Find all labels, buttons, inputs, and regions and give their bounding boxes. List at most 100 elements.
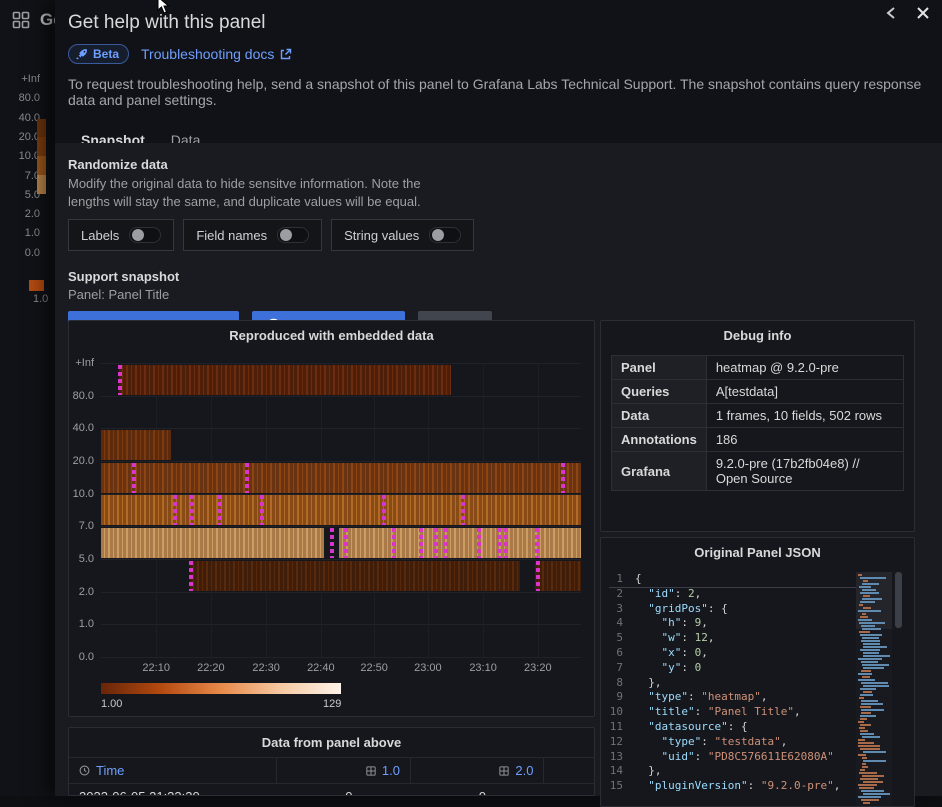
- toggle-labels-switch[interactable]: [129, 227, 161, 243]
- rocket-icon: [76, 48, 88, 60]
- code-line: 9 "type": "heatmap",: [609, 690, 856, 705]
- beta-badge-label: Beta: [93, 47, 119, 61]
- toggle-string-values[interactable]: String values: [331, 219, 474, 251]
- minimap-bar: [863, 655, 890, 657]
- code-minimap[interactable]: [856, 572, 892, 806]
- minimap-bar: [862, 583, 879, 585]
- randomize-data-title: Randomize data: [68, 157, 929, 172]
- heatmap-y-tick: 40.0: [73, 422, 94, 434]
- column-header-time[interactable]: Time: [69, 758, 277, 784]
- heatmap-band: [101, 430, 171, 460]
- heatmap-x-tick: 22:40: [307, 662, 335, 674]
- minimap-bar: [858, 619, 872, 621]
- debug-info-title: Debug info: [601, 321, 914, 343]
- code-line: 3 "gridPos": {: [609, 602, 856, 617]
- cell-time: 2022-06-05 21:23:30: [69, 784, 277, 797]
- background-y-tick: 2.0: [25, 208, 40, 220]
- minimap-bar: [860, 601, 875, 603]
- expand-drawer-icon[interactable]: [882, 4, 900, 22]
- data-table-title: Data from panel above: [69, 728, 594, 750]
- heatmap-x-tick: 22:30: [252, 662, 280, 674]
- support-panel-label: Panel: Panel Title: [68, 287, 929, 302]
- annotation-marker: [477, 528, 481, 558]
- close-icon[interactable]: [914, 4, 932, 22]
- minimap-bar: [862, 664, 889, 666]
- grid-icon: [499, 766, 509, 776]
- minimap-bar: [861, 682, 888, 684]
- column-header-5[interactable]: 5.0: [544, 758, 595, 784]
- table-row: Panel heatmap @ 9.2.0-pre: [612, 356, 904, 380]
- toggle-string-values-switch[interactable]: [429, 227, 461, 243]
- minimap-bar: [862, 763, 866, 765]
- table-row: Data 1 frames, 10 fields, 502 rows: [612, 404, 904, 428]
- minimap-bar: [859, 622, 885, 624]
- gridline: [101, 657, 581, 658]
- clock-icon: [79, 765, 90, 776]
- apps-icon[interactable]: [12, 11, 30, 29]
- debug-value: 1 frames, 10 fields, 502 rows: [706, 404, 903, 428]
- minimap-bar: [863, 685, 889, 687]
- annotation-marker: [330, 528, 334, 558]
- minimap-bar: [863, 643, 880, 645]
- annotation-marker: [392, 528, 396, 558]
- color-scale-max-label: 129: [323, 698, 341, 710]
- annotation-marker: [344, 528, 348, 558]
- minimap-bar: [863, 691, 872, 693]
- annotation-marker: [260, 495, 264, 525]
- minimap-bar: [859, 772, 877, 774]
- background-heat-cell: [37, 119, 46, 137]
- minimap-bar: [860, 715, 876, 717]
- support-snapshot-title: Support snapshot: [68, 269, 929, 284]
- minimap-bar: [862, 766, 868, 768]
- minimap-bar: [858, 658, 882, 660]
- code-line: 14 },: [609, 764, 856, 779]
- debug-value: 186: [706, 428, 903, 452]
- drawer-description: To request troubleshooting help, send a …: [68, 76, 926, 108]
- minimap-bar: [863, 793, 890, 795]
- toggle-field-names[interactable]: Field names: [183, 219, 322, 251]
- json-code-editor[interactable]: 1{2 "id": 2,3 "gridPos": {4 "h": 9,5 "w"…: [609, 572, 856, 806]
- minimap-bar: [858, 673, 872, 675]
- background-legend-label: 1.0: [33, 293, 48, 305]
- heatmap-y-tick: 2.0: [79, 586, 94, 598]
- minimap-bar: [862, 676, 870, 678]
- minimap-bar: [860, 634, 882, 636]
- annotation-marker: [561, 463, 565, 493]
- heatmap-y-tick: 0.0: [79, 651, 94, 663]
- minimap-bar: [861, 625, 875, 627]
- gridline: [101, 624, 581, 625]
- minimap-bar: [860, 706, 871, 708]
- code-scrollbar[interactable]: [895, 572, 902, 628]
- code-line: 7 "y": 0: [609, 661, 856, 676]
- external-link-icon: [279, 48, 292, 61]
- drawer-header: Get help with this panel Beta Troublesho…: [55, 0, 942, 157]
- column-header-2[interactable]: 2.0: [410, 758, 544, 784]
- code-line: 1{: [609, 572, 856, 587]
- minimap-bar: [861, 640, 880, 642]
- minimap-bar: [862, 757, 867, 759]
- heatmap-band: [535, 561, 581, 591]
- toggle-labels-label: Labels: [81, 228, 119, 243]
- troubleshooting-docs-link[interactable]: Troubleshooting docs: [141, 46, 292, 62]
- table-row: 2022-06-05 21:23:30 0 0 0: [69, 784, 595, 797]
- debug-label: Panel: [612, 356, 707, 380]
- column-header-1[interactable]: 1.0: [277, 758, 411, 784]
- heatmap-band: [101, 528, 324, 558]
- heatmap-y-tick: 7.0: [79, 520, 94, 532]
- minimap-bar: [863, 760, 886, 762]
- drawer-title: Get help with this panel: [68, 12, 926, 34]
- toggle-labels[interactable]: Labels: [68, 219, 174, 251]
- background-legend-swatch: [29, 280, 44, 291]
- grid-icon: [366, 766, 376, 776]
- minimap-bar: [860, 724, 871, 726]
- gridline: [101, 396, 581, 397]
- annotation-marker: [245, 463, 249, 493]
- minimap-bar: [860, 733, 874, 735]
- toggle-string-values-label: String values: [344, 228, 419, 243]
- annotation-marker: [419, 528, 423, 558]
- heatmap-color-scale: [101, 683, 341, 694]
- background-y-tick: +Inf: [21, 73, 40, 85]
- minimap-bar: [858, 745, 880, 747]
- toggle-field-names-switch[interactable]: [277, 227, 309, 243]
- minimap-bar: [863, 607, 871, 609]
